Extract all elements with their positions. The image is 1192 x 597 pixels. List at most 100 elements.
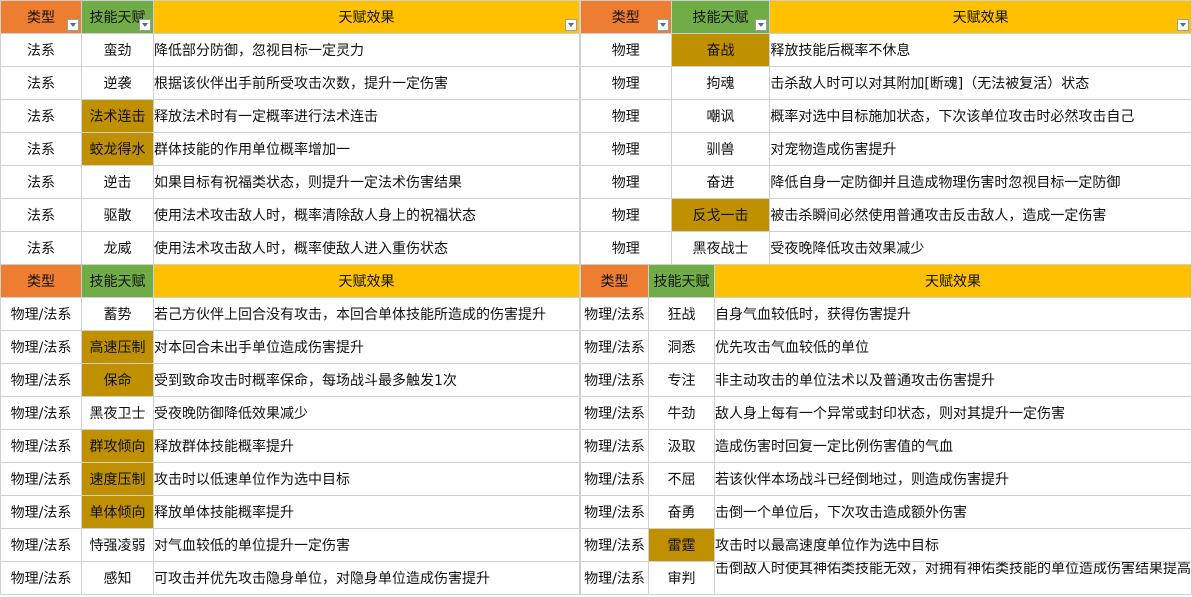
cell-effect[interactable]: 使用法术攻击敌人时，概率清除敌人身上的祝福状态 xyxy=(153,198,580,232)
cell-skill[interactable]: 感知 xyxy=(81,561,154,595)
cell-type[interactable]: 物理/法系 xyxy=(580,297,649,331)
cell-type[interactable]: 物理/法系 xyxy=(580,396,649,430)
cell-skill[interactable]: 狂战 xyxy=(647,297,715,331)
cell-type[interactable]: 物理/法系 xyxy=(580,528,649,562)
cell-type[interactable]: 物理/法系 xyxy=(0,363,82,397)
cell-effect[interactable]: 降低自身一定防御并且造成物理伤害时忽视目标一定防御 xyxy=(769,165,1192,199)
cell-effect[interactable]: 如果目标有祝福类状态，则提升一定法术伤害结果 xyxy=(153,165,580,199)
cell-skill[interactable]: 群攻倾向 xyxy=(81,429,154,463)
cell-type[interactable]: 法系 xyxy=(0,99,82,133)
cell-type[interactable]: 法系 xyxy=(0,66,82,100)
cell-type[interactable]: 物理 xyxy=(580,198,672,232)
cell-effect[interactable]: 击杀敌人时可以对其附加[断魂]（无法被复活）状态 xyxy=(769,66,1192,100)
cell-skill[interactable]: 不屈 xyxy=(647,462,715,496)
cell-skill[interactable]: 奋勇 xyxy=(647,495,715,529)
cell-type[interactable]: 物理 xyxy=(580,66,672,100)
cell-type[interactable]: 法系 xyxy=(0,132,82,166)
cell-skill[interactable]: 逆袭 xyxy=(81,66,154,100)
cell-skill[interactable]: 审判 xyxy=(647,561,715,595)
cell-effect[interactable]: 释放单体技能概率提升 xyxy=(153,495,580,529)
cell-type[interactable]: 物理/法系 xyxy=(0,429,82,463)
cell-skill[interactable]: 恃强凌弱 xyxy=(81,528,154,562)
cell-effect[interactable]: 对本回合未出手单位造成伤害提升 xyxy=(153,330,580,364)
cell-effect[interactable]: 受夜晚防御降低效果减少 xyxy=(153,396,580,430)
cell-skill[interactable]: 洞悉 xyxy=(647,330,715,364)
cell-type[interactable]: 法系 xyxy=(0,165,82,199)
cell-type[interactable]: 物理/法系 xyxy=(0,297,82,331)
cell-effect[interactable]: 造成伤害时回复一定比例伤害值的气血 xyxy=(713,429,1192,463)
cell-effect[interactable]: 受夜晚降低攻击效果减少 xyxy=(769,231,1192,265)
cell-effect[interactable]: 对气血较低的单位提升一定伤害 xyxy=(153,528,580,562)
cell-skill[interactable]: 单体倾向 xyxy=(81,495,154,529)
cell-type[interactable]: 物理/法系 xyxy=(0,495,82,529)
cell-type[interactable]: 物理/法系 xyxy=(580,462,649,496)
cell-type[interactable]: 物理/法系 xyxy=(0,528,82,562)
cell-skill[interactable]: 黑夜卫士 xyxy=(81,396,154,430)
cell-effect[interactable]: 根据该伙伴出手前所受攻击次数，提升一定伤害 xyxy=(153,66,580,100)
filter-dropdown-icon[interactable] xyxy=(67,19,79,31)
cell-type[interactable]: 物理/法系 xyxy=(580,330,649,364)
cell-effect[interactable]: 释放法术时有一定概率进行法术连击 xyxy=(153,99,580,133)
cell-skill[interactable]: 雷霆 xyxy=(647,528,715,562)
cell-effect[interactable]: 被击杀瞬间必然使用普通攻击反击敌人，造成一定伤害 xyxy=(769,198,1192,232)
cell-type[interactable]: 法系 xyxy=(0,198,82,232)
cell-skill[interactable]: 专注 xyxy=(647,363,715,397)
cell-skill[interactable]: 牛劲 xyxy=(647,396,715,430)
filter-dropdown-icon[interactable] xyxy=(139,19,151,31)
cell-skill[interactable]: 拘魂 xyxy=(670,66,771,100)
cell-skill[interactable]: 蛮劲 xyxy=(81,33,154,67)
filter-dropdown-icon[interactable] xyxy=(1177,19,1189,31)
cell-type[interactable]: 物理/法系 xyxy=(0,561,82,595)
cell-skill[interactable]: 奋进 xyxy=(670,165,771,199)
cell-type[interactable]: 物理 xyxy=(580,33,672,67)
cell-skill[interactable]: 逆击 xyxy=(81,165,154,199)
cell-skill[interactable]: 蛟龙得水 xyxy=(81,132,154,166)
cell-effect[interactable]: 群体技能的作用单位概率增加一 xyxy=(153,132,580,166)
cell-skill[interactable]: 驯兽 xyxy=(670,132,771,166)
cell-skill[interactable]: 反戈一击 xyxy=(670,198,771,232)
filter-dropdown-icon[interactable] xyxy=(656,19,669,31)
filter-dropdown-icon[interactable] xyxy=(755,19,768,31)
cell-skill[interactable]: 法术连击 xyxy=(81,99,154,133)
cell-skill[interactable]: 嘲讽 xyxy=(670,99,771,133)
cell-effect[interactable]: 若该伙伴本场战斗已经倒地过，则造成伤害提升 xyxy=(713,462,1192,496)
cell-effect[interactable]: 优先攻击气血较低的单位 xyxy=(713,330,1192,364)
cell-type[interactable]: 物理/法系 xyxy=(0,330,82,364)
cell-skill[interactable]: 驱散 xyxy=(81,198,154,232)
cell-effect[interactable]: 自身气血较低时，获得伤害提升 xyxy=(713,297,1192,331)
cell-skill[interactable]: 龙威 xyxy=(81,231,154,265)
cell-type[interactable]: 物理/法系 xyxy=(0,396,82,430)
cell-skill[interactable]: 黑夜战士 xyxy=(670,231,771,265)
cell-effect[interactable]: 对宠物造成伤害提升 xyxy=(769,132,1192,166)
cell-effect[interactable]: 攻击时以低速单位作为选中目标 xyxy=(153,462,580,496)
cell-skill[interactable]: 奋战 xyxy=(670,33,771,67)
cell-effect[interactable]: 攻击时以最高速度单位作为选中目标 xyxy=(713,528,1192,562)
cell-skill[interactable]: 保命 xyxy=(81,363,154,397)
cell-type[interactable]: 法系 xyxy=(0,231,82,265)
cell-type[interactable]: 物理/法系 xyxy=(580,561,649,595)
cell-effect[interactable]: 释放群体技能概率提升 xyxy=(153,429,580,463)
cell-effect[interactable]: 释放技能后概率不休息 xyxy=(769,33,1192,67)
cell-skill[interactable]: 汲取 xyxy=(647,429,715,463)
cell-skill[interactable]: 蓄势 xyxy=(81,297,154,331)
filter-dropdown-icon[interactable] xyxy=(565,19,577,31)
cell-skill[interactable]: 高速压制 xyxy=(81,330,154,364)
cell-effect[interactable]: 敌人身上每有一个异常或封印状态，则对其提升一定伤害 xyxy=(713,396,1192,430)
cell-effect[interactable]: 击倒一个单位后，下次攻击造成额外伤害 xyxy=(713,495,1192,529)
cell-type[interactable]: 法系 xyxy=(0,33,82,67)
cell-effect[interactable]: 可攻击并优先攻击隐身单位，对隐身单位造成伤害提升 xyxy=(153,561,580,595)
cell-type[interactable]: 物理 xyxy=(580,231,672,265)
cell-type[interactable]: 物理/法系 xyxy=(580,495,649,529)
cell-type[interactable]: 物理 xyxy=(580,99,672,133)
cell-type[interactable]: 物理 xyxy=(580,132,672,166)
cell-effect[interactable]: 若己方伙伴上回合没有攻击，本回合单体技能所造成的伤害提升 xyxy=(153,297,580,331)
cell-effect[interactable]: 非主动攻击的单位法术以及普通攻击伤害提升 xyxy=(713,363,1192,397)
cell-type[interactable]: 物理/法系 xyxy=(580,429,649,463)
cell-effect[interactable]: 击倒敌人时使其神佑类技能无效，对拥有神佑类技能的单位造成伤害结果提高 xyxy=(713,561,1192,595)
cell-type[interactable]: 物理/法系 xyxy=(0,462,82,496)
cell-effect[interactable]: 概率对选中目标施加状态，下次该单位攻击时必然攻击自己 xyxy=(769,99,1192,133)
cell-skill[interactable]: 速度压制 xyxy=(81,462,154,496)
cell-type[interactable]: 物理 xyxy=(580,165,672,199)
cell-type[interactable]: 物理/法系 xyxy=(580,363,649,397)
cell-effect[interactable]: 使用法术攻击敌人时，概率使敌人进入重伤状态 xyxy=(153,231,580,265)
